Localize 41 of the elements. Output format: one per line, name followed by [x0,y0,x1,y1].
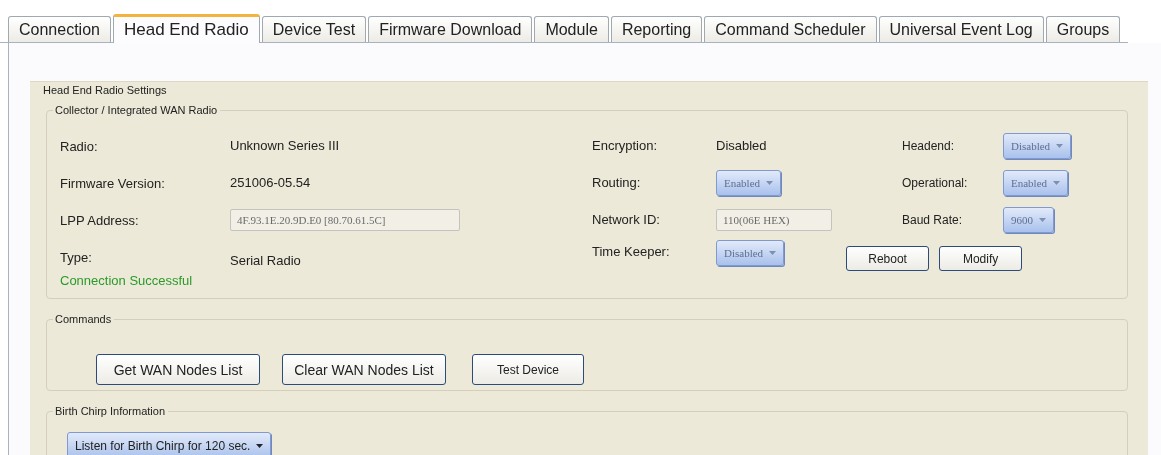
tab[interactable]: Device Test [261,16,367,42]
field-label: Radio: [60,139,99,154]
button[interactable]: Modify [939,246,1023,271]
group-title: Birth Chirp Information [53,404,169,418]
group-title: Commands [53,312,115,326]
field-label: LPP Address: [60,213,140,228]
field-label: Firmware Version: [60,176,166,191]
tab[interactable]: Module [534,16,609,42]
button[interactable]: Reboot [846,246,930,271]
tab[interactable]: Groups [1045,16,1121,42]
field-label: Encryption: [592,138,659,153]
tab[interactable]: Reporting [610,16,703,42]
button[interactable]: Test Device [472,354,584,385]
caret-icon [1056,143,1064,148]
dropdown[interactable]: Listen for Birth Chirp for 120 sec. [67,432,272,455]
tab[interactable]: Universal Event Log [878,16,1044,42]
tab[interactable]: Connection [8,16,111,42]
caret-icon [256,443,264,448]
tab[interactable]: Head End Radio [112,14,260,43]
field-label: Operational: [902,175,969,190]
tab[interactable]: Command Scheduler [704,16,877,42]
field-value: Unknown Series III [230,138,340,153]
button[interactable]: Clear WAN Nodes List [282,354,446,385]
caret-icon [1039,217,1046,222]
field-label: Type: [60,250,93,265]
caret-icon [769,251,777,255]
field-value: Serial Radio [230,252,301,268]
field-label: Headend: [902,138,956,153]
field-value: 251006-05.54 [230,175,311,190]
field-label: Time Keeper: [592,244,671,259]
tab[interactable]: Firmware Download [368,16,533,42]
group-title: Collector / Integrated WAN Radio [53,103,221,117]
group-title: Head End Radio Settings [41,83,170,97]
field-label: Baud Rate: [902,212,964,227]
field-label: Network ID: [592,212,661,227]
caret-icon [1053,180,1061,185]
button[interactable]: Get WAN Nodes List [96,354,260,385]
field-value: Disabled [716,138,767,153]
caret-icon [766,180,774,185]
field-label: Routing: [592,175,642,190]
status-text: Connection Successful [60,273,194,288]
